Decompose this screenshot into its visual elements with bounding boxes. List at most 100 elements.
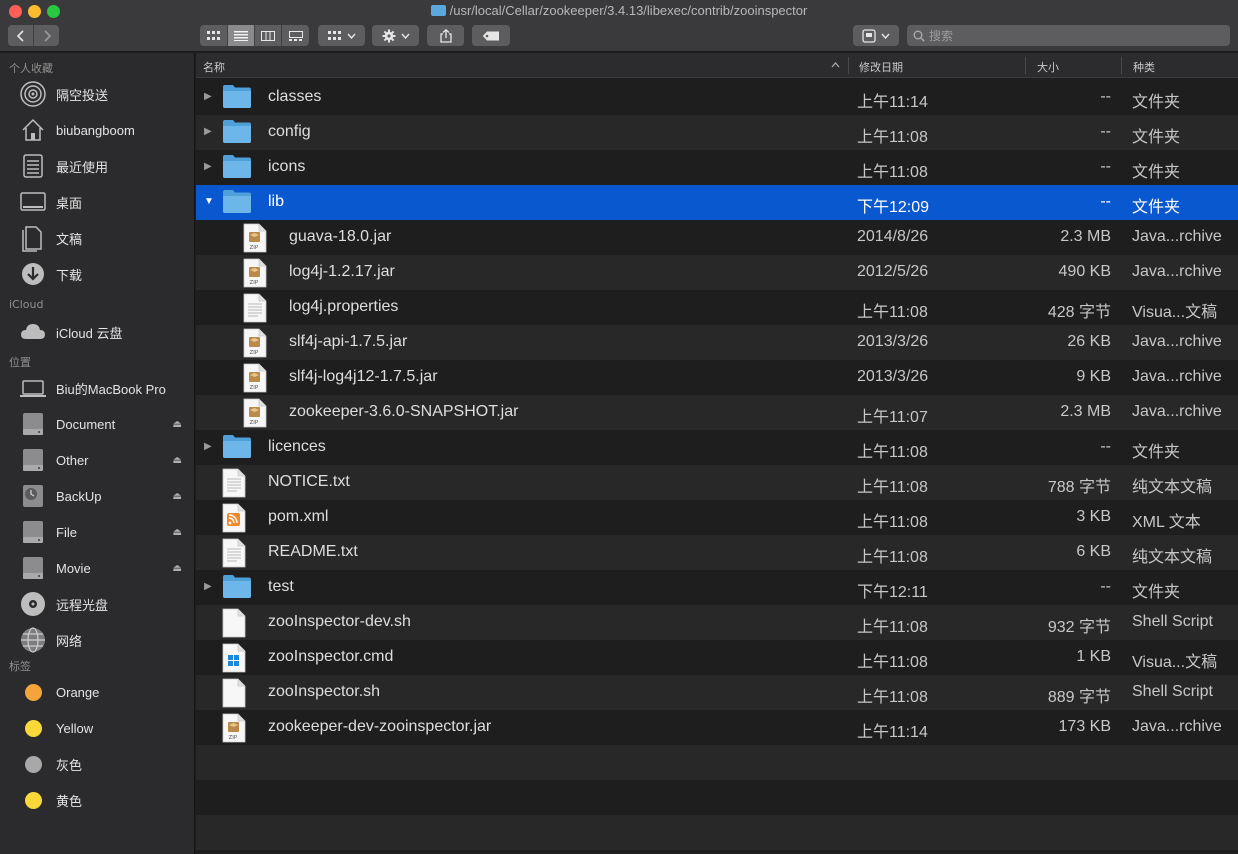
sidebar-item-biubangboom[interactable]: biubangboom xyxy=(0,112,194,148)
folder-row[interactable]: ▶ icons 上午11:08 -- 文件夹 xyxy=(196,150,1238,185)
chevron-down-icon xyxy=(881,33,890,39)
sidebar-item-[interactable]: 黄色 xyxy=(0,782,194,818)
list-view-button[interactable] xyxy=(227,25,254,46)
file-name: licences xyxy=(268,438,326,455)
sidebar-item-label: Orange xyxy=(56,684,100,700)
share-button[interactable] xyxy=(427,25,464,46)
file-name: config xyxy=(268,123,311,140)
file-name: lib xyxy=(268,193,285,210)
action-menu-button[interactable] xyxy=(372,25,419,46)
disclosure-closed-icon[interactable]: ▶ xyxy=(204,161,212,172)
sidebar-item-other[interactable]: Other ⏏ xyxy=(0,442,194,478)
sidebar-item-[interactable]: 网络 xyxy=(0,622,194,658)
file-name: README.txt xyxy=(268,543,358,560)
jar-archive-icon: ZIP xyxy=(243,223,273,253)
disclosure-closed-icon[interactable]: ▶ xyxy=(204,126,212,137)
file-row[interactable]: ZIP slf4j-log4j12-1.7.5.jar 2013/3/26 9 KB J… xyxy=(196,360,1238,395)
file-size: -- xyxy=(1100,158,1111,175)
svg-text:ZIP: ZIP xyxy=(250,245,259,251)
column-size[interactable]: 大小 xyxy=(1037,59,1059,75)
sidebar-item-label: 桌面 xyxy=(56,195,83,211)
gallery-view-button[interactable] xyxy=(281,25,309,46)
file-row[interactable]: ZIP slf4j-api-1.7.5.jar 2013/3/26 26 KB Java… xyxy=(196,325,1238,360)
file-row[interactable]: zooInspector-dev.sh 上午11:08 932 字节 Shell Sc… xyxy=(196,605,1238,640)
folder-row[interactable]: ▶ classes 上午11:14 -- 文件夹 xyxy=(196,80,1238,115)
tag-icon xyxy=(482,31,499,40)
sort-ascending-icon[interactable] xyxy=(831,62,840,68)
eject-icon[interactable]: ⏏ xyxy=(173,455,182,466)
file-kind: Java...rchive xyxy=(1132,368,1222,385)
file-name: zookeeper-3.6.0-SNAPSHOT.jar xyxy=(289,403,519,420)
rss-xml-icon xyxy=(222,503,252,533)
file-kind: Java...rchive xyxy=(1132,228,1222,245)
folder-row[interactable]: ▶ licences 上午11:08 -- 文件夹 xyxy=(196,430,1238,465)
folder-row[interactable]: ▶ test 下午12:11 -- 文件夹 xyxy=(196,570,1238,605)
gallery-view-icon xyxy=(288,30,303,41)
column-view-button[interactable] xyxy=(254,25,281,46)
sidebar-item-biu-macbook-pro[interactable]: Biu的MacBook Pro xyxy=(0,370,194,406)
eject-icon[interactable]: ⏏ xyxy=(173,491,182,502)
column-name[interactable]: 名称 xyxy=(203,59,225,75)
folder-icon xyxy=(222,118,252,147)
file-kind: Visua...文稿 xyxy=(1132,654,1218,671)
sidebar-item-[interactable]: 桌面 xyxy=(0,184,194,220)
eject-icon[interactable]: ⏏ xyxy=(173,563,182,574)
tag-color-dot xyxy=(17,748,49,780)
eject-icon[interactable]: ⏏ xyxy=(173,527,182,538)
file-date: 上午11:08 xyxy=(857,304,928,321)
column-separator[interactable] xyxy=(848,57,849,74)
eject-icon[interactable]: ⏏ xyxy=(173,419,182,430)
disclosure-closed-icon[interactable]: ▶ xyxy=(204,441,212,452)
sidebar-item-[interactable]: 灰色 xyxy=(0,746,194,782)
file-row[interactable]: ZIP zookeeper-dev-zooinspector.jar 上午11:14… xyxy=(196,710,1238,745)
sidebar-item-[interactable]: 远程光盘 xyxy=(0,586,194,622)
folder-icon xyxy=(222,83,252,112)
folder-row[interactable]: ▼ lib 下午12:09 -- 文件夹 xyxy=(196,185,1238,220)
laptop-icon xyxy=(17,372,49,404)
back-button[interactable] xyxy=(8,25,33,46)
file-name: test xyxy=(268,578,294,595)
file-date: 下午12:09 xyxy=(857,199,930,216)
sidebar-item-[interactable]: 隔空投送 xyxy=(0,76,194,112)
file-row[interactable]: pom.xml 上午11:08 3 KB XML 文本 xyxy=(196,500,1238,535)
file-row[interactable]: ZIP guava-18.0.jar 2014/8/26 2.3 MB Java...r… xyxy=(196,220,1238,255)
column-separator[interactable] xyxy=(1121,57,1122,74)
column-separator[interactable] xyxy=(1025,57,1026,74)
sidebar-item-movie[interactable]: Movie ⏏ xyxy=(0,550,194,586)
search-field[interactable]: 搜索 xyxy=(907,25,1230,46)
tags-button[interactable] xyxy=(472,25,510,46)
file-row[interactable]: log4j.properties 上午11:08 428 字节 Visua...文稿 xyxy=(196,290,1238,325)
sidebar-item-[interactable]: 文稿 xyxy=(0,220,194,256)
sidebar-item-[interactable]: 最近使用 xyxy=(0,148,194,184)
icon-view-button[interactable] xyxy=(200,25,227,46)
file-size: 490 KB xyxy=(1058,263,1111,280)
sidebar-item-icloud[interactable]: iCloud 云盘 xyxy=(0,314,194,350)
disclosure-closed-icon[interactable]: ▶ xyxy=(204,581,212,592)
storage-menu-button[interactable] xyxy=(853,25,899,46)
sidebar-item-yellow[interactable]: Yellow xyxy=(0,710,194,746)
file-row[interactable]: zooInspector.sh 上午11:08 889 字节 Shell Script xyxy=(196,675,1238,710)
forward-button[interactable] xyxy=(33,25,59,46)
file-name: zookeeper-dev-zooinspector.jar xyxy=(268,718,492,735)
file-row[interactable]: zooInspector.cmd 上午11:08 1 KB Visua...文稿 xyxy=(196,640,1238,675)
folder-row[interactable]: ▶ config 上午11:08 -- 文件夹 xyxy=(196,115,1238,150)
sidebar-item-[interactable]: 下载 xyxy=(0,256,194,292)
group-by-button[interactable] xyxy=(318,25,365,46)
sidebar-item-document[interactable]: Document ⏏ xyxy=(0,406,194,442)
disclosure-open-icon[interactable]: ▼ xyxy=(204,196,214,207)
file-row[interactable]: NOTICE.txt 上午11:08 788 字节 纯文本文稿 xyxy=(196,465,1238,500)
sidebar-item-backup[interactable]: BackUp ⏏ xyxy=(0,478,194,514)
column-date[interactable]: 修改日期 xyxy=(859,59,903,75)
column-view-icon xyxy=(261,30,275,41)
desktop-icon xyxy=(17,186,49,218)
file-row[interactable]: ZIP log4j-1.2.17.jar 2012/5/26 490 KB Java..… xyxy=(196,255,1238,290)
file-row[interactable]: ZIP zookeeper-3.6.0-SNAPSHOT.jar 上午11:07 2.… xyxy=(196,395,1238,430)
sidebar-item-file[interactable]: File ⏏ xyxy=(0,514,194,550)
disclosure-closed-icon[interactable]: ▶ xyxy=(204,91,212,102)
jar-archive-icon: ZIP xyxy=(243,363,273,393)
file-kind: Java...rchive xyxy=(1132,718,1222,735)
sidebar-item-label: 远程光盘 xyxy=(56,597,109,613)
column-kind[interactable]: 种类 xyxy=(1133,59,1155,75)
sidebar-item-orange[interactable]: Orange xyxy=(0,674,194,710)
file-row[interactable]: README.txt 上午11:08 6 KB 纯文本文稿 xyxy=(196,535,1238,570)
